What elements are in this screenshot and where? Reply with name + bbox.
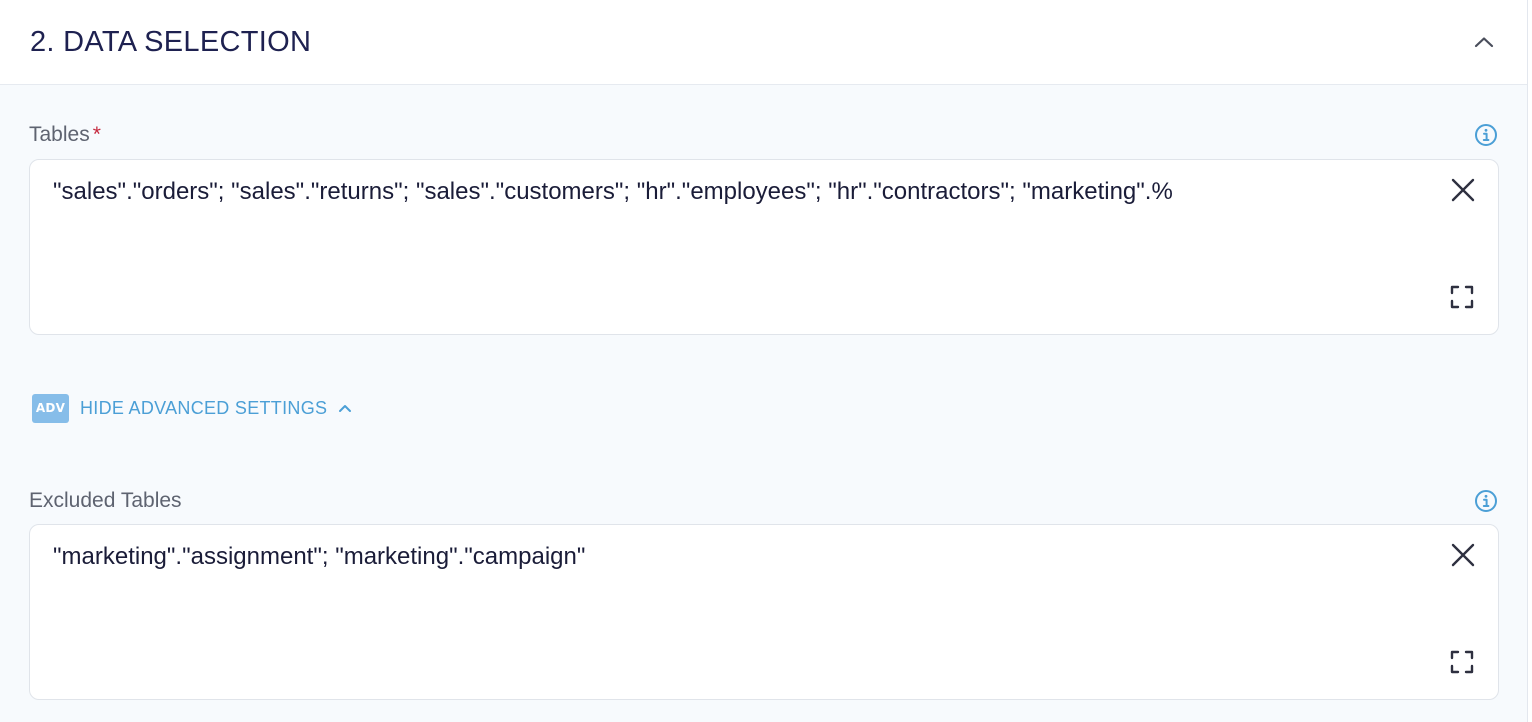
adv-badge: ADV — [32, 393, 69, 423]
tables-label-text: Tables — [29, 123, 90, 146]
tables-label: Tables * — [29, 122, 101, 148]
hide-advanced-settings-label: HIDE ADVANCED SETTINGS — [80, 397, 328, 418]
hide-advanced-settings-toggle[interactable]: ADV HIDE ADVANCED SETTINGS — [32, 393, 353, 423]
chevron-up-icon — [337, 400, 353, 416]
fullscreen-icon — [1450, 285, 1474, 309]
tables-clear-button[interactable] — [1448, 175, 1478, 205]
close-icon — [1451, 178, 1475, 202]
collapse-section-button[interactable] — [1470, 28, 1498, 56]
tables-info-icon[interactable] — [1473, 122, 1498, 147]
chevron-up-icon — [1474, 37, 1494, 48]
required-marker: * — [92, 123, 101, 146]
excluded-tables-input-value: "marketing"."assignment"; "marketing"."c… — [53, 543, 586, 570]
tables-expand-button[interactable] — [1448, 283, 1476, 311]
excluded-tables-clear-button[interactable] — [1448, 540, 1478, 570]
section-header[interactable]: 2. DATA SELECTION — [0, 0, 1527, 85]
excluded-tables-expand-button[interactable] — [1448, 648, 1476, 676]
excluded-tables-info-icon[interactable] — [1473, 488, 1498, 513]
tables-input-value: "sales"."orders"; "sales"."returns"; "sa… — [53, 178, 1173, 205]
info-icon — [1474, 489, 1497, 512]
excluded-tables-label: Excluded Tables — [29, 488, 182, 514]
data-selection-panel: 2. DATA SELECTION Tables * "sales"."order… — [0, 0, 1528, 722]
close-icon — [1451, 543, 1475, 567]
tables-input[interactable]: "sales"."orders"; "sales"."returns"; "sa… — [29, 159, 1499, 335]
info-icon — [1474, 123, 1497, 146]
fullscreen-icon — [1450, 650, 1474, 674]
section-title: 2. DATA SELECTION — [30, 26, 312, 58]
excluded-tables-label-text: Excluded Tables — [29, 489, 182, 512]
excluded-tables-input[interactable]: "marketing"."assignment"; "marketing"."c… — [29, 524, 1499, 700]
